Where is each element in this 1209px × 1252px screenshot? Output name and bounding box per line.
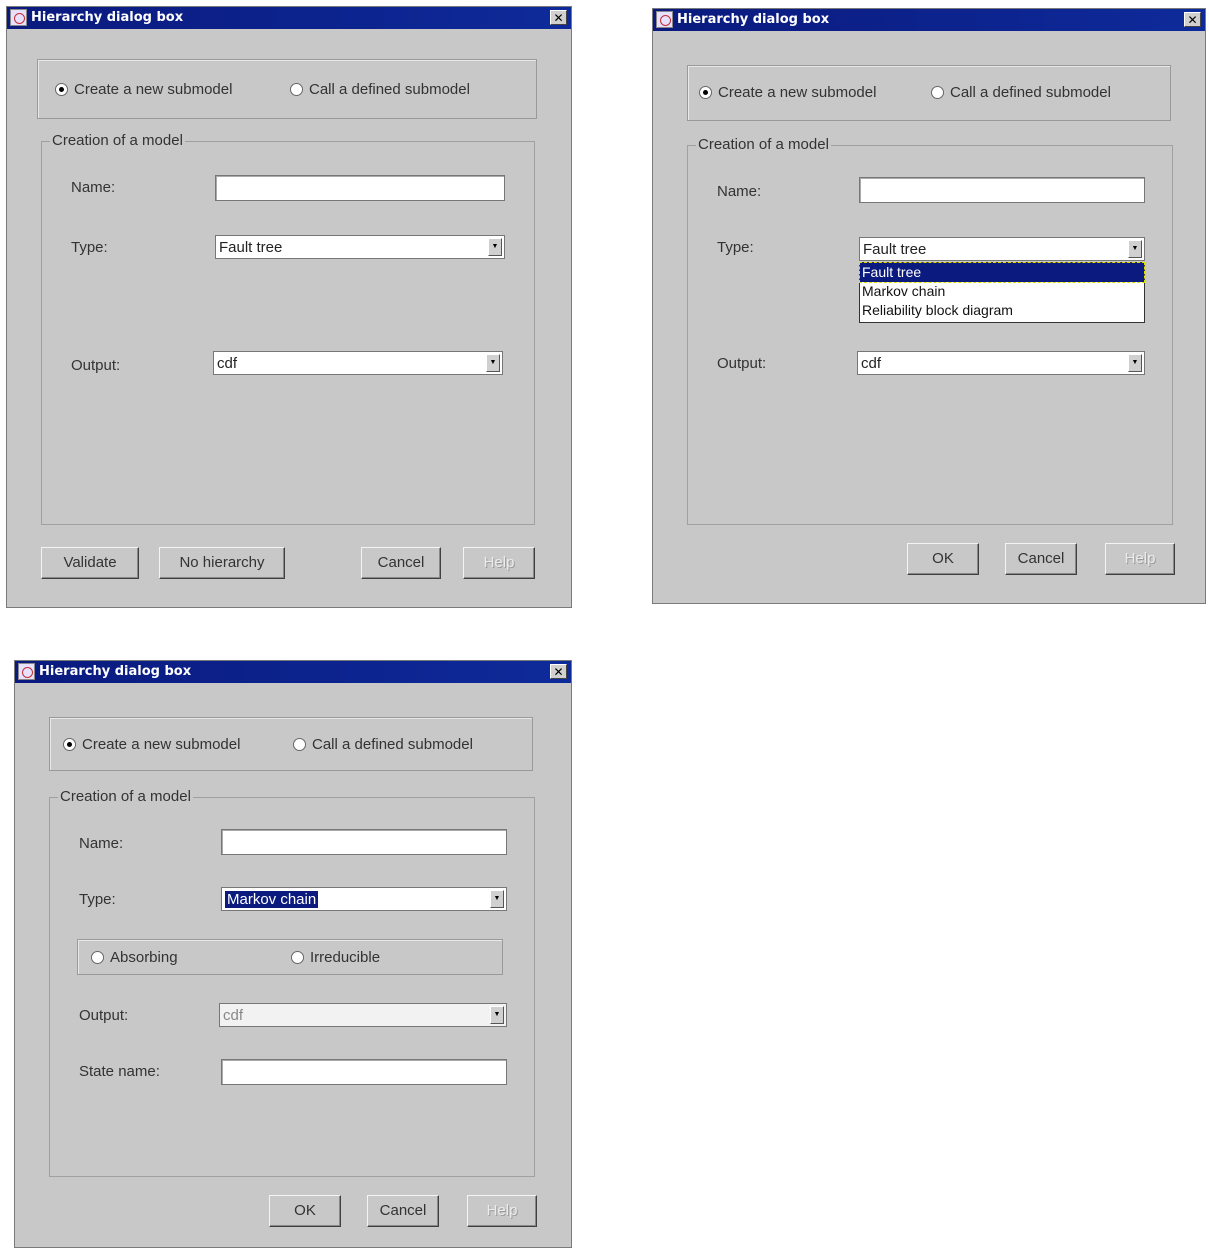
ok-button[interactable]: OK [269,1195,341,1227]
type-label: Type: [717,239,754,256]
title-bar[interactable]: Hierarchy dialog box ✕ [15,661,571,683]
title-bar[interactable]: Hierarchy dialog box ✕ [653,9,1205,31]
group-title: Creation of a model [50,132,185,150]
dialog-title: Hierarchy dialog box [677,12,830,27]
radio-create-new-submodel[interactable]: Create a new submodel [63,736,240,753]
output-select[interactable]: cdf ▼ [213,351,503,375]
hierarchy-dialog-3: Hierarchy dialog box ✕ Create a new subm… [14,660,572,1248]
no-hierarchy-button[interactable]: No hierarchy [159,547,285,579]
radio-label: Create a new submodel [718,84,877,101]
state-name-label: State name: [79,1063,160,1080]
close-icon[interactable]: ✕ [550,10,567,25]
output-select[interactable]: cdf ▼ [857,351,1145,375]
help-button[interactable]: Help [1105,543,1175,575]
hierarchy-dialog-1: Hierarchy dialog box ✕ Create a new subm… [6,6,572,608]
radio-create-new-submodel[interactable]: Create a new submodel [55,81,232,98]
name-input[interactable] [215,175,505,201]
radio-unchecked-icon [290,83,303,96]
type-value: Markov chain [225,891,319,908]
radio-unchecked-icon [293,738,306,751]
type-value: Fault tree [863,241,927,258]
output-value: cdf [223,1007,244,1024]
output-label: Output: [79,1007,129,1024]
ok-button[interactable]: OK [907,543,979,575]
name-input[interactable] [859,177,1145,203]
type-label: Type: [79,891,116,908]
radio-unchecked-icon [91,951,104,964]
output-select[interactable]: cdf ▼ [219,1003,507,1027]
output-value: cdf [217,355,238,372]
help-button[interactable]: Help [463,547,535,579]
radio-label: Call a defined submodel [312,736,473,753]
type-dropdown-list: Fault tree Markov chain Reliability bloc… [859,262,1145,323]
group-title: Creation of a model [58,788,193,806]
chevron-down-icon[interactable]: ▼ [490,890,504,908]
radio-irreducible[interactable]: Irreducible [291,949,380,966]
output-label: Output: [717,355,767,372]
type-select[interactable]: Fault tree ▼ [215,235,505,259]
dialog-title: Hierarchy dialog box [39,664,192,679]
name-label: Name: [71,179,116,196]
option-reliability-block-diagram[interactable]: Reliability block diagram [860,301,1144,320]
chevron-down-icon[interactable]: ▼ [486,354,500,372]
chevron-down-icon[interactable]: ▼ [1128,240,1142,258]
title-bar[interactable]: Hierarchy dialog box ✕ [7,7,571,29]
radio-unchecked-icon [931,86,944,99]
name-label: Name: [717,183,762,200]
radio-label: Absorbing [110,949,178,966]
type-select[interactable]: Fault tree ▼ [859,237,1145,261]
dialog-title: Hierarchy dialog box [31,10,184,25]
java-app-icon [656,11,673,28]
radio-label: Irreducible [310,949,381,966]
chevron-down-icon[interactable]: ▼ [488,238,502,256]
radio-create-new-submodel[interactable]: Create a new submodel [699,84,876,101]
radio-absorbing[interactable]: Absorbing [91,949,178,966]
cancel-button[interactable]: Cancel [361,547,441,579]
output-label: Output: [71,357,121,374]
radio-label: Create a new submodel [82,736,241,753]
java-app-icon [10,9,27,26]
output-value: cdf [861,355,882,372]
type-select[interactable]: Markov chain ▼ [221,887,507,911]
type-label: Type: [71,239,108,256]
chevron-down-icon[interactable]: ▼ [490,1006,504,1024]
name-input[interactable] [221,829,507,855]
option-fault-tree[interactable]: Fault tree [859,262,1145,283]
java-app-icon [18,663,35,680]
option-markov-chain[interactable]: Markov chain [860,282,1144,301]
group-title: Creation of a model [696,136,831,154]
state-name-input[interactable] [221,1059,507,1085]
cancel-button[interactable]: Cancel [1005,543,1077,575]
type-value: Fault tree [219,239,283,256]
radio-call-defined-submodel[interactable]: Call a defined submodel [931,84,1111,101]
cancel-button[interactable]: Cancel [367,1195,439,1227]
chevron-down-icon[interactable]: ▼ [1128,354,1142,372]
name-label: Name: [79,835,124,852]
radio-label: Create a new submodel [74,81,233,98]
close-icon[interactable]: ✕ [550,664,567,679]
radio-call-defined-submodel[interactable]: Call a defined submodel [290,81,470,98]
radio-unchecked-icon [291,951,304,964]
help-button[interactable]: Help [467,1195,537,1227]
radio-label: Call a defined submodel [950,84,1111,101]
radio-call-defined-submodel[interactable]: Call a defined submodel [293,736,473,753]
radio-checked-icon [699,86,712,99]
hierarchy-dialog-2: Hierarchy dialog box ✕ Create a new subm… [652,8,1206,604]
close-icon[interactable]: ✕ [1184,12,1201,27]
radio-checked-icon [55,83,68,96]
radio-checked-icon [63,738,76,751]
validate-button[interactable]: Validate [41,547,139,579]
radio-label: Call a defined submodel [309,81,470,98]
